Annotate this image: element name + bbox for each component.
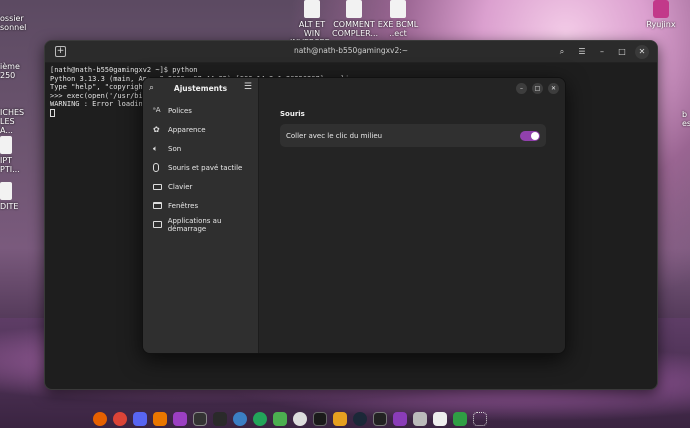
maximize-icon[interactable]: □ bbox=[615, 45, 629, 59]
sidebar-item-applications[interactable]: Applications au démarrage bbox=[143, 215, 258, 234]
sidebar-item-label: Polices bbox=[168, 106, 192, 115]
sidebar-item-polices[interactable]: ᵃA Polices bbox=[143, 101, 258, 120]
steam-icon[interactable] bbox=[353, 412, 367, 426]
sidebar: ⌕ Ajustements ☰ ᵃA Polices ✿ Apparence 🔈… bbox=[143, 78, 259, 353]
main-header: – □ ✕ bbox=[260, 78, 565, 99]
sidebar-header: ⌕ Ajustements ☰ bbox=[143, 78, 258, 99]
desktop-icon-left-1[interactable]: ossier sonnel bbox=[0, 14, 27, 32]
app-icon[interactable] bbox=[453, 412, 467, 426]
maximize-icon[interactable]: □ bbox=[532, 83, 543, 94]
desktop-icon-left-4[interactable]: IPT PTI... bbox=[0, 136, 24, 174]
desktop-icon-label: DITE bbox=[0, 202, 19, 211]
sidebar-item-label: Clavier bbox=[168, 182, 193, 191]
window-controls: – □ ✕ bbox=[516, 83, 559, 94]
menu-icon[interactable]: ☰ bbox=[575, 45, 589, 59]
desktop-icon-comment[interactable]: COMMENT COMPLER... bbox=[332, 0, 379, 38]
minimize-icon[interactable]: – bbox=[516, 83, 527, 94]
appearance-icon: ✿ bbox=[153, 125, 160, 134]
sidebar-item-label: Souris et pavé tactile bbox=[168, 163, 243, 172]
close-icon[interactable]: ✕ bbox=[635, 45, 649, 59]
mouse-icon bbox=[153, 163, 159, 172]
file-icon[interactable] bbox=[433, 412, 447, 426]
app-icon[interactable] bbox=[173, 412, 187, 426]
section-title: Souris bbox=[280, 110, 305, 118]
file-icon bbox=[0, 136, 12, 154]
desktop-icon-label: ICHES LES A... bbox=[0, 108, 25, 135]
sidebar-item-son[interactable]: 🔈︎ Son bbox=[143, 139, 258, 158]
desktop-icon-label: ossier sonnel bbox=[0, 14, 27, 32]
tweaks-window[interactable]: ⌕ Ajustements ☰ ᵃA Polices ✿ Apparence 🔈… bbox=[142, 77, 566, 354]
middle-click-paste-toggle[interactable] bbox=[520, 130, 540, 141]
desktop-icon-right-1[interactable]: b es bbox=[682, 110, 690, 128]
file-icon bbox=[0, 182, 12, 200]
terminal-icon[interactable] bbox=[193, 412, 207, 426]
desktop-icon-label: COMMENT COMPLER... bbox=[332, 20, 379, 38]
desktop-icon-label: b es bbox=[682, 110, 690, 128]
desktop-icon-ryujinx[interactable]: Ryujinx bbox=[644, 0, 678, 29]
terminal-header: + nath@nath-b550gamingxv2:~ ⌕ ☰ – □ ✕ bbox=[45, 41, 657, 63]
font-icon: ᵃA bbox=[153, 106, 161, 114]
desktop-icon-exe[interactable]: EXE BCML ..ect bbox=[376, 0, 420, 38]
terminal-cursor bbox=[50, 108, 55, 117]
keyboard-icon bbox=[153, 183, 162, 190]
chrome-icon[interactable] bbox=[113, 412, 127, 426]
sidebar-item-label: Son bbox=[168, 144, 182, 153]
app-icon[interactable] bbox=[213, 412, 227, 426]
ryujinx-icon bbox=[653, 0, 669, 18]
terminal-line: [nath@nath-b550gamingxv2 ~]$ python bbox=[50, 66, 198, 74]
window-title: Ajustements bbox=[173, 84, 228, 93]
r-icon[interactable] bbox=[373, 412, 387, 426]
settings-icon[interactable] bbox=[293, 412, 307, 426]
desktop-icon-label: IPT PTI... bbox=[0, 156, 20, 174]
sidebar-item-label: Apparence bbox=[168, 125, 206, 134]
desktop-icon-label: Ryujinx bbox=[646, 20, 676, 29]
sidebar-item-label: Applications au démarrage bbox=[167, 216, 222, 233]
minimize-icon[interactable]: – bbox=[595, 45, 609, 59]
terminal-icon[interactable] bbox=[313, 412, 327, 426]
desktop-icon-label: EXE BCML ..ect bbox=[377, 20, 419, 38]
search-icon[interactable]: ⌕ bbox=[555, 45, 569, 59]
sidebar-item-clavier[interactable]: Clavier bbox=[143, 177, 258, 196]
desktop-icon-label: ième 250 bbox=[0, 62, 20, 80]
hamburger-menu-icon[interactable]: ☰ bbox=[244, 82, 252, 92]
main-panel: – □ ✕ Souris Coller avec le clic du mili… bbox=[260, 78, 565, 353]
row-label: Coller avec le clic du milieu bbox=[286, 131, 383, 140]
file-icon bbox=[390, 0, 406, 18]
file-icon bbox=[346, 0, 362, 18]
close-icon[interactable]: ✕ bbox=[548, 83, 559, 94]
app-icon[interactable] bbox=[413, 412, 427, 426]
sidebar-item-apparence[interactable]: ✿ Apparence bbox=[143, 120, 258, 139]
desktop-icon-left-3[interactable]: ICHES LES A... bbox=[0, 108, 24, 135]
puzzle-icon[interactable] bbox=[273, 412, 287, 426]
file-icon bbox=[304, 0, 320, 18]
toggle-knob bbox=[531, 131, 539, 140]
sound-icon: 🔈︎ bbox=[153, 144, 158, 153]
window-icon bbox=[153, 202, 162, 209]
folder-icon bbox=[153, 221, 162, 228]
sidebar-nav: ᵃA Polices ✿ Apparence 🔈︎ Son Souris et … bbox=[143, 99, 258, 234]
app-grid-icon[interactable] bbox=[473, 412, 487, 426]
middle-click-paste-row[interactable]: Coller avec le clic du milieu bbox=[280, 124, 546, 147]
discord-icon[interactable] bbox=[133, 412, 147, 426]
sidebar-item-fenetres[interactable]: Fenêtres bbox=[143, 196, 258, 215]
terminal-controls: ⌕ ☰ – □ ✕ bbox=[555, 45, 649, 59]
app-icon[interactable] bbox=[393, 412, 407, 426]
sidebar-item-souris[interactable]: Souris et pavé tactile bbox=[143, 158, 258, 177]
app-icon[interactable] bbox=[333, 412, 347, 426]
dock bbox=[93, 410, 487, 428]
qbittorrent-icon[interactable] bbox=[233, 412, 247, 426]
desktop-icon-left-2[interactable]: ième 250 bbox=[0, 62, 24, 80]
firefox-icon[interactable] bbox=[93, 412, 107, 426]
blender-icon[interactable] bbox=[153, 412, 167, 426]
app-icon[interactable] bbox=[253, 412, 267, 426]
desktop-icon-left-5[interactable]: DITE bbox=[0, 182, 24, 211]
sidebar-item-label: Fenêtres bbox=[168, 201, 199, 210]
